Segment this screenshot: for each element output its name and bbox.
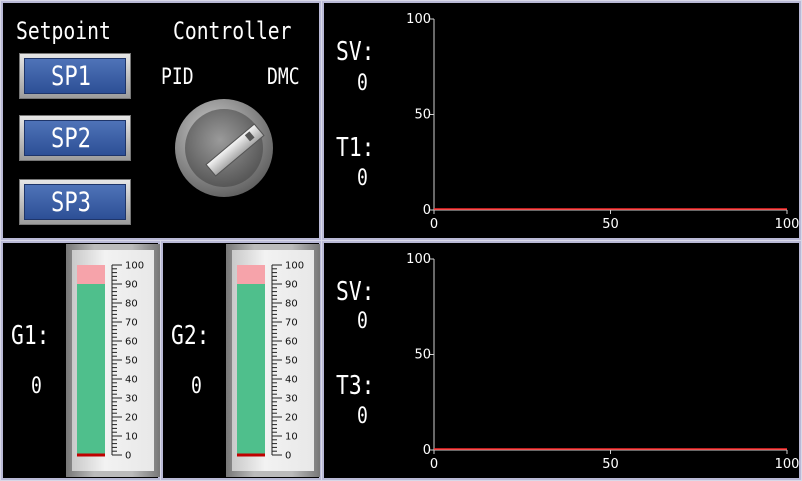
sp3-button[interactable]: SP3 xyxy=(19,179,131,225)
dmc-label: DMC xyxy=(267,65,300,90)
scale-label: 50 xyxy=(285,356,298,367)
sp2-button[interactable]: SP2 xyxy=(19,115,131,161)
y-tick-label: 100 xyxy=(406,12,431,27)
trend-chart-1: 100 50 00 50 100 xyxy=(406,12,799,232)
scale-label: 20 xyxy=(125,413,138,424)
gauge-level-indicator xyxy=(237,453,265,457)
g2-gauge-scale: 1009080706050403020100 xyxy=(237,261,304,462)
trend-chart-2: 100 50 00 50 100 xyxy=(406,252,799,472)
setpoint-title: Setpoint xyxy=(16,17,111,45)
x-tick-label: 50 xyxy=(602,217,619,232)
scale-label: 100 xyxy=(285,261,304,272)
scale-label: 70 xyxy=(285,318,298,329)
g1-gauge-scale: 1009080706050403020100 xyxy=(77,261,144,462)
controller-selector-knob[interactable] xyxy=(175,99,273,197)
g2-bar-gauge: 100 90 80 70 60 50 40 30 20 10 0 xyxy=(226,244,320,477)
scale-label: 70 xyxy=(125,318,138,329)
gauge-panel-2: G2: 0 100 90 80 70 60 50 40 30 20 10 0 xyxy=(161,241,321,480)
controller-title: Controller xyxy=(173,17,292,45)
pid-label: PID xyxy=(161,65,194,90)
trend-panel-1: SV: 0 T1: 0 100 50 0 0 50 100 xyxy=(322,1,801,240)
scale-label: 90 xyxy=(285,280,298,291)
y-tick-label: 50 xyxy=(414,108,431,123)
alarm-band xyxy=(237,265,265,284)
g2-value: 0 xyxy=(191,374,202,399)
g2-gauge-face: 100 90 80 70 60 50 40 30 20 10 0 xyxy=(232,250,314,471)
y-tick-label: 0 xyxy=(423,203,431,218)
knob-pointer xyxy=(205,123,265,177)
scale-label: 100 xyxy=(125,261,144,272)
g1-value: 0 xyxy=(31,374,42,399)
alarm-band xyxy=(77,265,105,284)
g2-label: G2: xyxy=(171,321,210,351)
scale-label: 80 xyxy=(285,299,298,310)
y-tick-label: 0 xyxy=(423,443,431,458)
x-tick-label: 100 xyxy=(775,217,799,232)
y-tick-label: 50 xyxy=(414,348,431,363)
scale-label: 30 xyxy=(285,394,298,405)
scale-label: 50 xyxy=(125,356,138,367)
scale-label: 40 xyxy=(125,375,138,386)
control-panel: Setpoint Controller SP1 SP2 SP3 PID DMC xyxy=(1,1,321,240)
scale-label: 60 xyxy=(285,337,298,348)
scale-label: 10 xyxy=(285,432,298,443)
scale-label: 20 xyxy=(285,413,298,424)
g1-bar-gauge: 100 90 80 70 60 50 40 30 20 10 0 xyxy=(66,244,160,477)
scale-label: 90 xyxy=(125,280,138,291)
trend-panel-2: SV: 0 T3: 0 100 50 0 0 50 100 xyxy=(322,241,801,480)
x-tick-label: 0 xyxy=(430,457,438,472)
scale-label: 60 xyxy=(125,337,138,348)
scale-label: 30 xyxy=(125,394,138,405)
x-tick-label: 100 xyxy=(775,457,799,472)
knob-face xyxy=(185,109,265,187)
scale-label: 0 xyxy=(125,451,131,462)
g1-gauge-face: 100 90 80 70 60 50 40 30 20 10 0 xyxy=(72,250,154,471)
x-tick-label: 0 xyxy=(430,217,438,232)
gauge-green-zone xyxy=(237,284,265,455)
scale-label: 40 xyxy=(285,375,298,386)
gauge-panel-1: G1: 0 100 90 80 70 60 50 40 30 20 10 0 xyxy=(1,241,160,480)
y-tick-label: 100 xyxy=(406,252,431,267)
scale-label: 10 xyxy=(125,432,138,443)
sp1-button[interactable]: SP1 xyxy=(19,53,131,99)
scale-label: 80 xyxy=(125,299,138,310)
x-tick-label: 50 xyxy=(602,457,619,472)
scale-label: 0 xyxy=(285,451,291,462)
gauge-green-zone xyxy=(77,284,105,455)
gauge-level-indicator xyxy=(77,453,105,457)
g1-label: G1: xyxy=(11,321,50,351)
